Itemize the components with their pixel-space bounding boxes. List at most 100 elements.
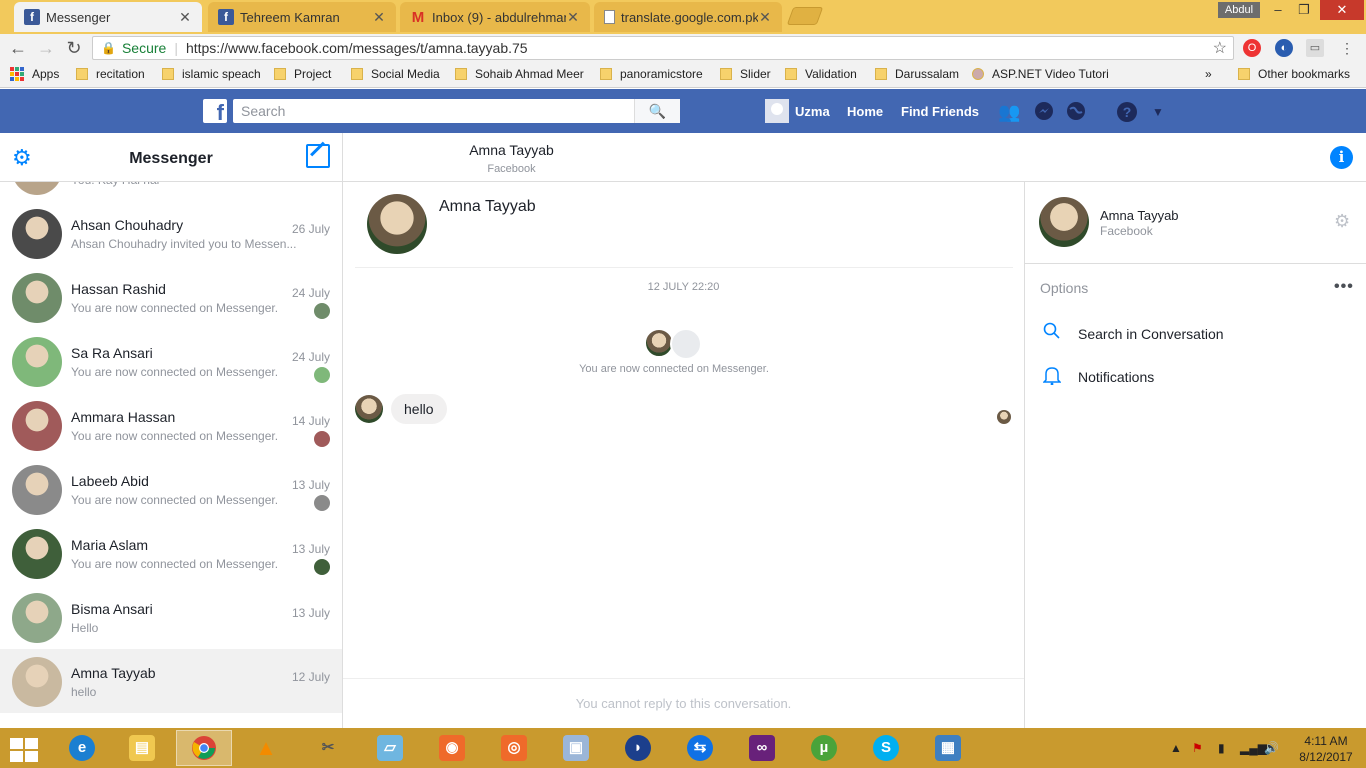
conversation-item[interactable]: Ahsan Chouhadry Ahsan Chouhadry invited y…: [0, 201, 342, 265]
conversation-item[interactable]: Bisma Ansari Hello 13 July: [0, 585, 342, 649]
avatar[interactable]: [367, 194, 427, 254]
battery-icon[interactable]: ▮: [1218, 741, 1225, 755]
tray-flag-icon[interactable]: ⚑: [1192, 741, 1203, 755]
conversation-snippet: You are now connected on Messenger.: [71, 429, 279, 443]
bookmark-panoramicstore[interactable]: panoramicstore: [600, 67, 703, 81]
facebook-logo[interactable]: f: [203, 99, 227, 123]
bookmark-slider[interactable]: Slider: [720, 67, 771, 81]
taskbar-screen-recorder[interactable]: ◉: [424, 730, 480, 766]
folder-icon: [162, 68, 174, 80]
avatar-icon: [972, 68, 984, 80]
bookmark-validation[interactable]: Validation: [785, 67, 857, 81]
friend-requests-icon[interactable]: 👥: [998, 101, 1020, 123]
chat-header: Amna Tayyab Facebook i: [343, 133, 1366, 182]
tray-overflow-arrow-icon[interactable]: ▲: [1170, 741, 1182, 755]
home-link[interactable]: Home: [847, 104, 883, 119]
taskbar-monitor[interactable]: ▣: [548, 730, 604, 766]
taskbar-vlc[interactable]: ▲: [238, 730, 294, 766]
taskbar-app[interactable]: ▱: [362, 730, 418, 766]
volume-icon[interactable]: 🔊: [1264, 741, 1279, 755]
address-bar[interactable]: 🔒 Secure | https://www.facebook.com/mess…: [92, 36, 1234, 60]
taskbar-file-explorer[interactable]: ▤: [114, 730, 170, 766]
new-tab-button[interactable]: [786, 7, 824, 25]
more-options-icon[interactable]: •••: [1334, 278, 1354, 296]
settings-gear-icon[interactable]: ⚙: [1334, 211, 1350, 232]
extension-icon[interactable]: ◐: [1275, 39, 1293, 57]
conversation-item[interactable]: Amna Tayyab hello 12 July: [0, 649, 342, 713]
conversation-item[interactable]: Maria Aslam You are now connected on Mess…: [0, 521, 342, 585]
bookmark-darussalam[interactable]: Darussalam: [875, 67, 959, 81]
bookmarks-overflow-chevron[interactable]: »: [1205, 67, 1212, 81]
search-in-conversation-option[interactable]: Search in Conversation: [1040, 322, 1224, 346]
conversation-item[interactable]: Hassan Rashid You are now connected on Me…: [0, 265, 342, 329]
back-button[interactable]: ←: [8, 38, 28, 58]
taskbar-visual-studio[interactable]: ∞: [734, 730, 790, 766]
notifications-option[interactable]: Notifications: [1040, 365, 1154, 389]
profile-link[interactable]: Uzma: [765, 99, 830, 123]
bookmark-other-bookmarks[interactable]: Other bookmarks: [1238, 67, 1350, 81]
profile-chip[interactable]: Abdul: [1218, 2, 1260, 18]
messenger-icon[interactable]: [1033, 101, 1055, 123]
account-menu-arrow-icon[interactable]: ▼: [1147, 101, 1169, 123]
bookmark-islamic-speach[interactable]: islamic speach: [162, 67, 261, 81]
tab-messenger[interactable]: f Messenger ✕: [14, 2, 202, 32]
message-bubble[interactable]: hello: [391, 394, 447, 424]
bookmark-recitation[interactable]: recitation: [76, 67, 145, 81]
forward-button[interactable]: →: [36, 38, 56, 58]
close-tab-icon[interactable]: ✕: [372, 9, 386, 26]
bookmark-sohaib-ahmad-meer[interactable]: Sohaib Ahmad Meer: [455, 67, 584, 81]
conversation-item[interactable]: Ammara Hassan You are now connected on Me…: [0, 393, 342, 457]
network-signal-icon[interactable]: ▂▄▆: [1240, 741, 1267, 755]
avatar[interactable]: [355, 395, 383, 423]
avatar: [12, 593, 62, 643]
search-icon[interactable]: 🔍: [634, 99, 680, 123]
taskbar-skype[interactable]: S: [858, 730, 914, 766]
cast-icon[interactable]: ▭: [1306, 39, 1324, 57]
tab-translate[interactable]: translate.google.com.pk ✕: [594, 2, 782, 32]
close-window-button[interactable]: ✕: [1320, 0, 1364, 20]
taskbar-chrome[interactable]: [176, 730, 232, 766]
close-tab-icon[interactable]: ✕: [758, 9, 772, 26]
bookmark-aspnet-video-tutorial[interactable]: ASP.NET Video Tutori: [972, 67, 1112, 81]
close-tab-icon[interactable]: ✕: [178, 9, 192, 26]
windows-start-button[interactable]: [10, 738, 38, 762]
facebook-search-input[interactable]: Search 🔍: [233, 99, 680, 123]
opera-extension-icon[interactable]: O: [1243, 39, 1261, 57]
taskbar-utorrent[interactable]: µ: [796, 730, 852, 766]
bookmark-star-icon[interactable]: ☆: [1213, 38, 1227, 58]
conversation-snippet: You are now connected on Messenger.: [71, 557, 279, 571]
notifications-globe-icon[interactable]: [1065, 101, 1087, 123]
bookmark-project[interactable]: Project: [274, 67, 331, 81]
bookmark-social-media[interactable]: Social Media: [351, 67, 440, 81]
taskbar-browser[interactable]: ◗: [610, 730, 666, 766]
bookmark-apps[interactable]: Apps: [10, 67, 59, 81]
tab-inbox[interactable]: M Inbox (9) - abdulrehman ✕: [400, 2, 590, 32]
conversation-name: Amna Tayyab: [71, 665, 156, 681]
taskbar-internet-explorer[interactable]: e: [54, 730, 110, 766]
folder-icon: [1238, 68, 1250, 80]
reload-button[interactable]: ↻: [64, 38, 84, 58]
help-icon[interactable]: ?: [1116, 101, 1138, 123]
taskbar-teamviewer[interactable]: ⇆: [672, 730, 728, 766]
restore-button[interactable]: ❐: [1288, 0, 1320, 20]
seen-indicator-avatar: [314, 367, 330, 383]
conversation-item[interactable]: Labeeb Abid You are now connected on Mess…: [0, 457, 342, 521]
system-clock[interactable]: 4:11 AM 8/12/2017: [1290, 733, 1362, 765]
find-friends-link[interactable]: Find Friends: [901, 104, 979, 119]
conversation-date: 13 July: [291, 542, 330, 556]
taskbar-tools[interactable]: ✂: [300, 730, 356, 766]
avatar: [12, 657, 62, 707]
taskbar-camera[interactable]: ◎: [486, 730, 542, 766]
info-icon[interactable]: i: [1330, 146, 1353, 169]
close-tab-icon[interactable]: ✕: [566, 9, 580, 26]
folder-icon: [455, 68, 467, 80]
avatar: [12, 465, 62, 515]
menu-icon[interactable]: ⋮: [1338, 39, 1356, 57]
conversation-date: 12 July: [291, 670, 330, 684]
new-message-compose-icon[interactable]: [306, 144, 330, 168]
taskbar-photos[interactable]: ▦: [920, 730, 976, 766]
avatar[interactable]: [1039, 197, 1089, 247]
conversation-item[interactable]: Sa Ra Ansari You are now connected on Mes…: [0, 329, 342, 393]
tab-tehreem-kamran[interactable]: f Tehreem Kamran ✕: [208, 2, 396, 32]
folder-icon: [600, 68, 612, 80]
